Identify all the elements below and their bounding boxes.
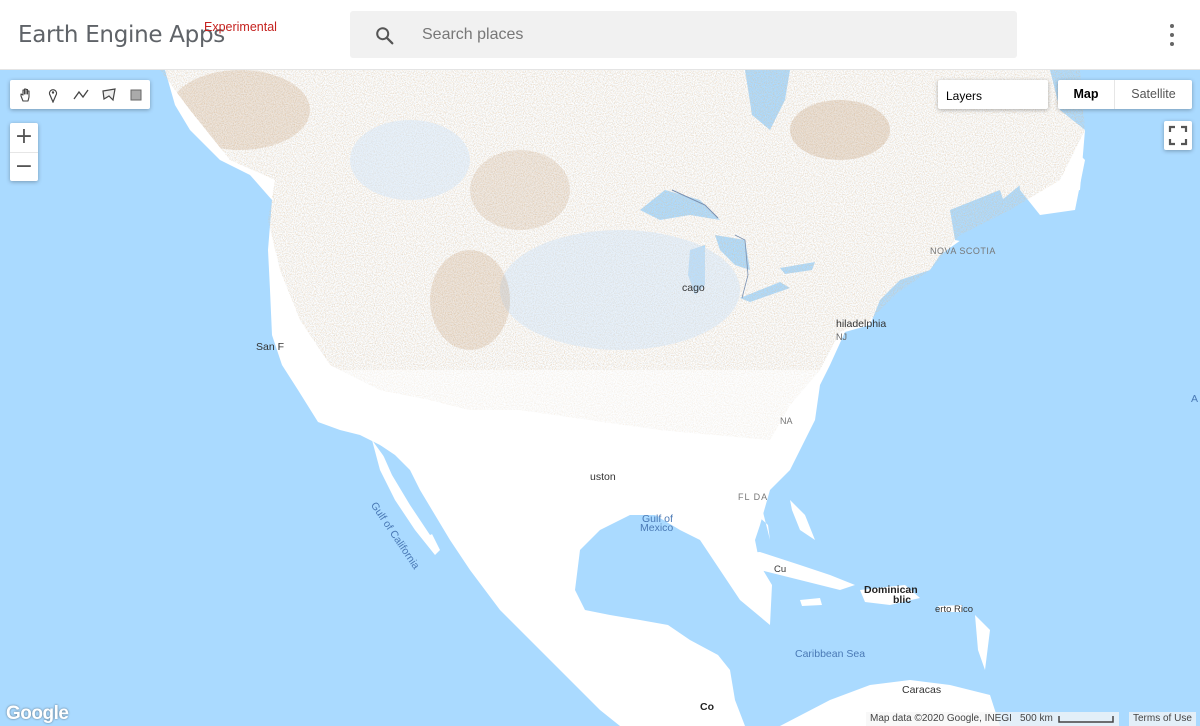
draw-polygon-icon[interactable] — [95, 80, 123, 109]
app-header: Earth Engine Apps Experimental — [0, 0, 1200, 70]
map-label-carolina: NA — [780, 416, 793, 426]
map-label-san-francisco: San F — [256, 341, 285, 353]
map-label-dominican-2: blic — [893, 594, 912, 606]
draw-rectangle-icon[interactable] — [122, 80, 150, 109]
map-label-atlantic: A — [1191, 393, 1199, 405]
scale-bar-label: 500 km — [1020, 713, 1053, 724]
point-marker-icon[interactable] — [40, 80, 68, 109]
map-label-caribbean-sea: Caribbean Sea — [795, 648, 866, 660]
zoom-out-button[interactable]: − — [10, 152, 38, 181]
search-input[interactable] — [422, 11, 1002, 58]
zoom-control: + − — [10, 123, 38, 181]
map-label-puerto-rico: erto Rico — [935, 604, 974, 615]
scale-bar[interactable]: 500 km — [1016, 712, 1119, 726]
pan-hand-icon[interactable] — [12, 80, 40, 109]
bahamas — [790, 500, 815, 540]
map-label-houston: uston — [590, 471, 616, 483]
lesser-antilles — [975, 615, 990, 670]
experimental-tag: Experimental — [204, 20, 277, 34]
map-label-colombia: Co — [700, 701, 714, 713]
fullscreen-button[interactable] — [1164, 121, 1192, 150]
layers-button[interactable]: Layers — [938, 80, 1048, 109]
search-icon[interactable] — [374, 25, 396, 47]
map-label-gulf-of-mexico-2: Mexico — [640, 522, 674, 534]
map-label-caracas: Caracas — [902, 684, 942, 696]
map-type-satellite-button[interactable]: Satellite — [1115, 80, 1192, 109]
draw-line-icon[interactable] — [67, 80, 95, 109]
map-label-nj: NJ — [836, 332, 847, 342]
google-logo: Google — [6, 703, 69, 724]
map-canvas[interactable]: San F cago hiladelphia NJ NOVA SCOTIA us… — [0, 70, 1200, 726]
fullscreen-icon — [1168, 125, 1188, 146]
zoom-in-button[interactable]: + — [10, 123, 38, 152]
map-type-control: Map Satellite — [1058, 80, 1192, 109]
app-title: Earth Engine Apps — [18, 22, 225, 48]
terms-of-use-link[interactable]: Terms of Use — [1129, 712, 1196, 726]
map-label-chicago: cago — [682, 282, 705, 294]
map-label-florida: FL DA — [738, 492, 769, 502]
scale-bar-ruler — [1058, 716, 1114, 723]
jamaica — [800, 598, 822, 606]
more-vert-icon — [1170, 24, 1174, 29]
more-options-button[interactable] — [1160, 22, 1184, 48]
drawing-toolbar — [10, 80, 150, 109]
map-label-philadelphia: hiladelphia — [836, 318, 887, 330]
precip-anomaly-layer — [160, 70, 1085, 440]
map-label-cuba: Cu — [774, 564, 787, 575]
map-type-map-button[interactable]: Map — [1058, 80, 1115, 109]
search-bar[interactable] — [350, 11, 1017, 58]
map-label-nova-scotia: NOVA SCOTIA — [930, 246, 996, 256]
map-base-layer — [160, 70, 1085, 726]
map-data-attribution: Map data ©2020 Google, INEGI — [866, 712, 1016, 726]
